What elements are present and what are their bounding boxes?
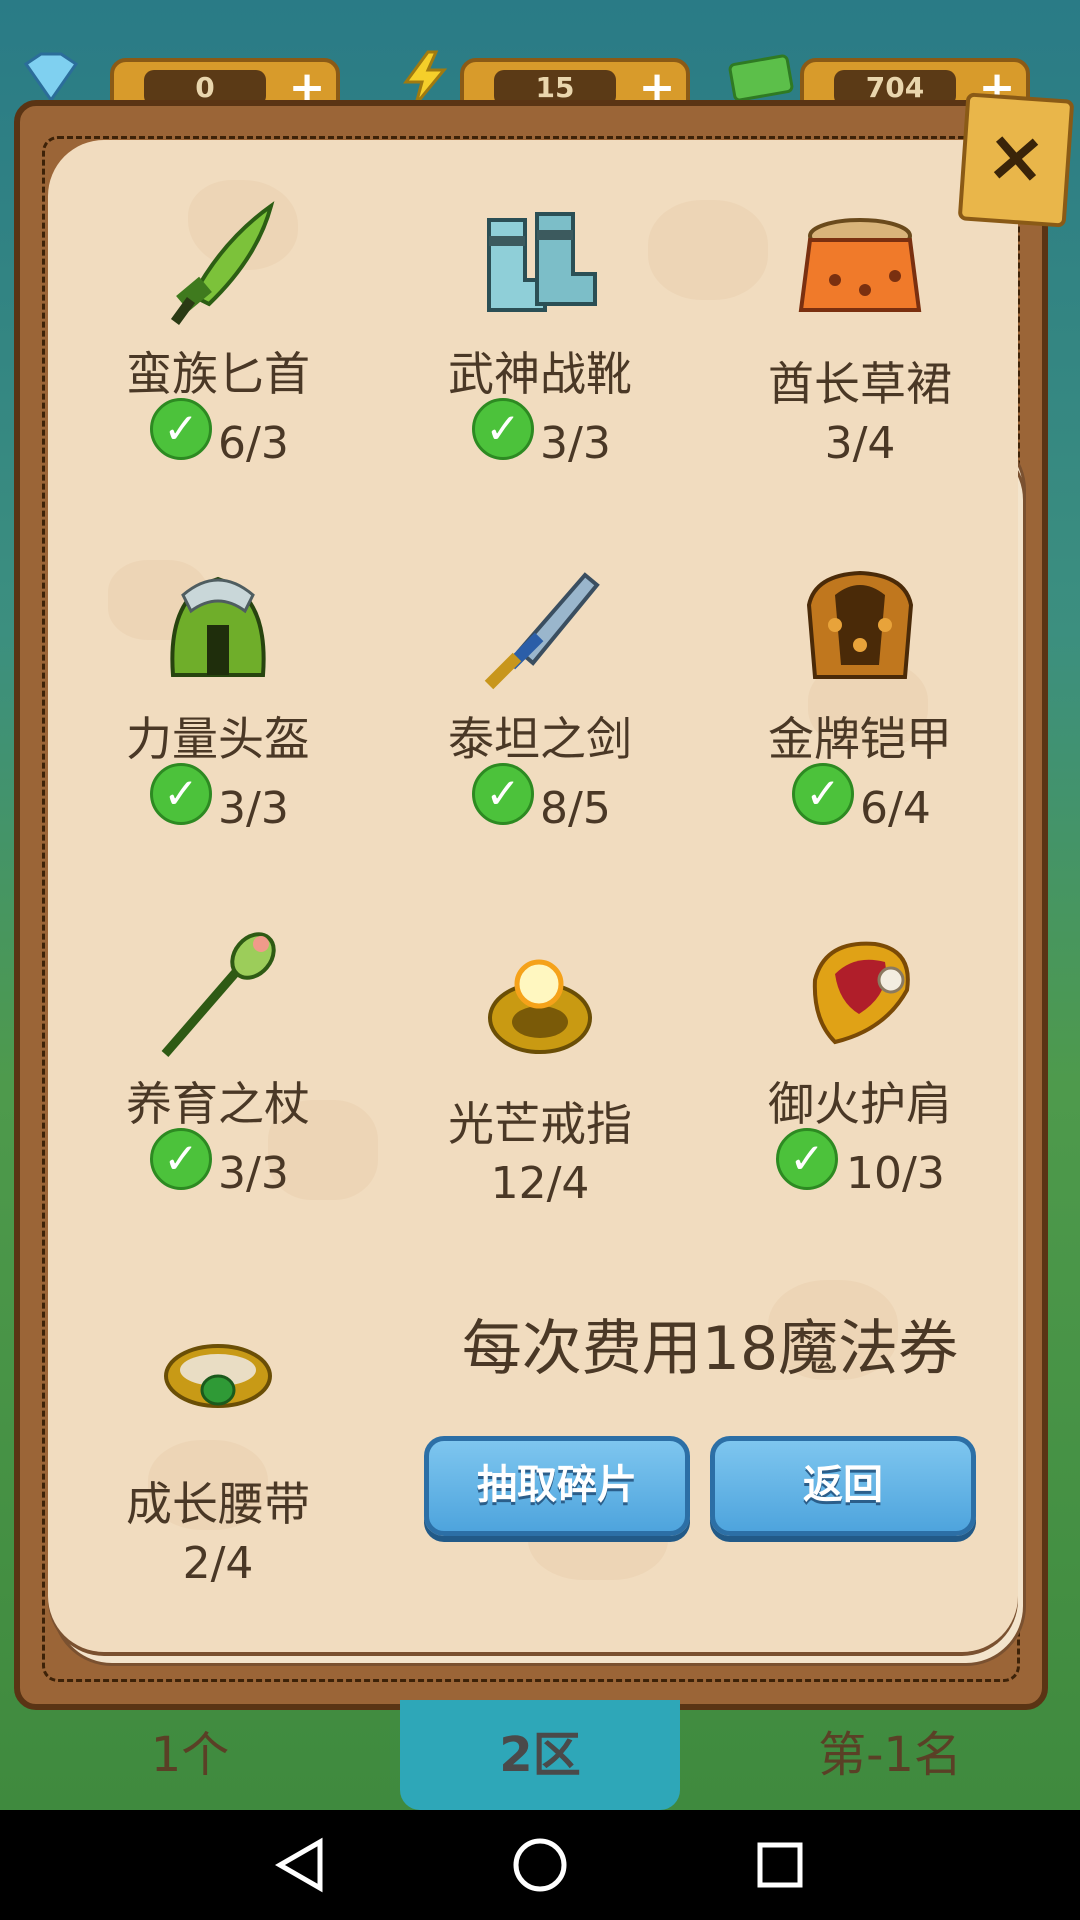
check-icon: ✓ <box>472 398 534 460</box>
boots-icon <box>487 212 597 312</box>
tab-rank[interactable]: 第-1名 <box>780 1700 1000 1810</box>
check-icon: ✓ <box>150 1128 212 1190</box>
ring-icon <box>488 959 592 1054</box>
check-icon: ✓ <box>776 1128 838 1190</box>
item-name: 力量头盔 <box>126 712 310 766</box>
item-name: 成长腰带 <box>126 1477 310 1531</box>
draw-fragment-button[interactable]: 抽取碎片 <box>424 1436 690 1536</box>
bottom-tabs: 1个 2区 第-1名 <box>0 1700 1080 1810</box>
recents-nav-icon[interactable] <box>720 1810 840 1920</box>
item-name: 御火护肩 <box>768 1077 952 1131</box>
item-card[interactable]: 光芒戒指 12/4 <box>380 940 700 1214</box>
check-icon: ✓ <box>150 763 212 825</box>
sword-icon <box>484 572 600 690</box>
item-name: 光芒戒指 <box>448 1097 632 1151</box>
item-card[interactable]: 酋长草裙 3/4 <box>700 200 1020 474</box>
cash-icon <box>728 54 794 102</box>
back-button[interactable]: 返回 <box>710 1436 976 1536</box>
grass-skirt-icon <box>798 218 922 312</box>
system-navbar <box>0 1810 1080 1920</box>
item-name: 金牌铠甲 <box>768 712 952 766</box>
item-count: 8/5 <box>540 783 611 834</box>
item-name: 泰坦之剑 <box>448 712 632 766</box>
item-card[interactable]: 泰坦之剑 ✓ 8/5 <box>380 565 700 839</box>
diamond-icon <box>23 52 79 103</box>
dagger-icon <box>170 201 275 325</box>
item-count: 6/4 <box>860 783 931 834</box>
item-card[interactable]: 御火护肩 ✓ 10/3 <box>700 930 1020 1204</box>
shoulder-guard-icon <box>812 941 910 1045</box>
cost-label: 每次费用18魔法券 <box>461 1314 959 1384</box>
item-card[interactable]: 武神战靴 ✓ 3/3 <box>380 200 700 474</box>
check-icon: ✓ <box>150 398 212 460</box>
item-count: 6/3 <box>218 418 289 469</box>
item-count: 3/3 <box>540 418 611 469</box>
item-count: 12/4 <box>490 1158 590 1209</box>
tab-zone[interactable]: 2区 <box>400 1700 680 1810</box>
lightning-icon <box>403 50 448 105</box>
item-name: 武神战靴 <box>448 347 632 401</box>
check-icon: ✓ <box>472 763 534 825</box>
item-name: 养育之杖 <box>126 1077 310 1131</box>
item-count: 3/3 <box>218 783 289 834</box>
item-name: 酋长草裙 <box>768 357 952 411</box>
helmet-icon <box>170 576 266 677</box>
staff-icon <box>161 932 276 1057</box>
item-name: 蛮族匕首 <box>126 347 310 401</box>
item-card[interactable]: 力量头盔 ✓ 3/3 <box>58 565 378 839</box>
armor-icon <box>806 570 914 679</box>
check-icon: ✓ <box>792 763 854 825</box>
item-count: 10/3 <box>846 1148 945 1199</box>
belt-icon <box>164 1344 272 1408</box>
back-nav-icon[interactable] <box>240 1810 360 1920</box>
item-card[interactable]: 蛮族匕首 ✓ 6/3 <box>58 200 378 474</box>
item-count: 3/3 <box>218 1148 289 1199</box>
item-count: 3/4 <box>824 418 896 469</box>
item-count: 2/4 <box>182 1538 254 1589</box>
item-card[interactable]: 养育之杖 ✓ 3/3 <box>58 930 378 1204</box>
item-card[interactable]: 金牌铠甲 ✓ 6/4 <box>700 565 1020 839</box>
tab-count[interactable]: 1个 <box>80 1700 300 1810</box>
item-card[interactable]: 成长腰带 2/4 <box>58 1310 378 1594</box>
close-icon: × <box>983 112 1050 201</box>
home-nav-icon[interactable] <box>480 1810 600 1920</box>
